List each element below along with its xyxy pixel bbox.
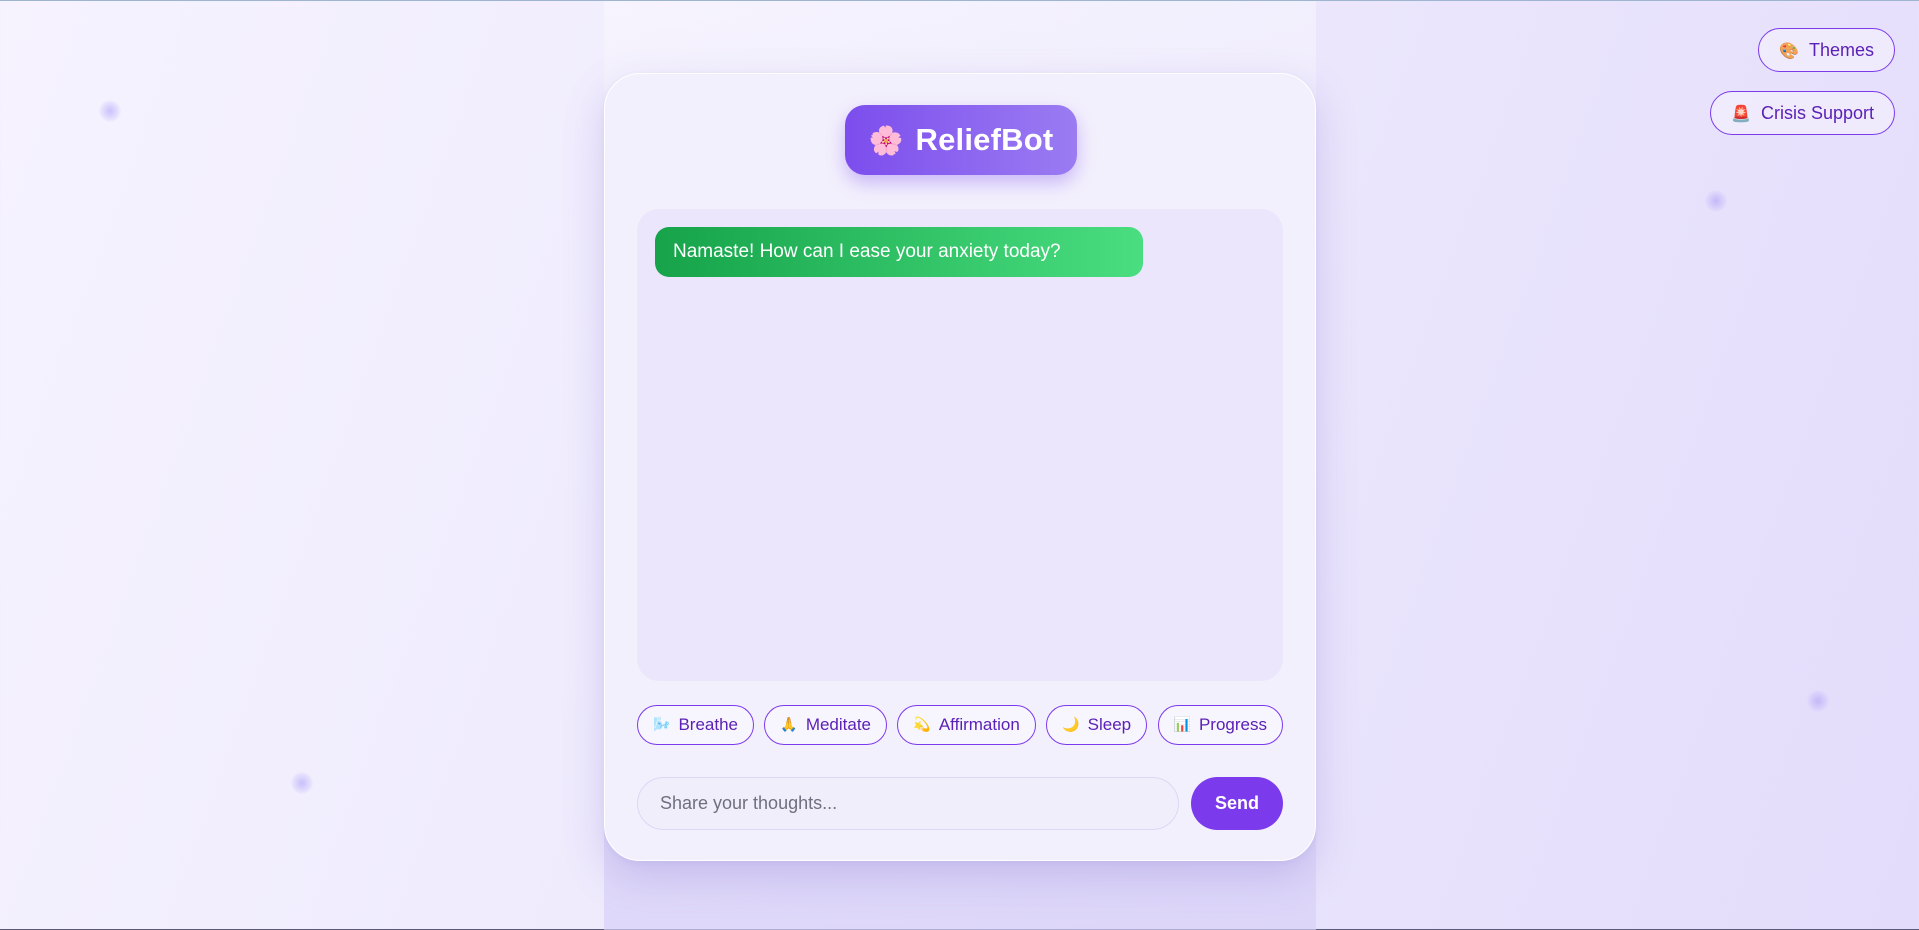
decorative-orb [291, 772, 313, 794]
chat-card: 🌸 ReliefBot Namaste! How can I ease your… [604, 73, 1316, 861]
bar-chart-icon: 📊 [1173, 717, 1191, 733]
crisis-support-button[interactable]: 🚨 Crisis Support [1710, 91, 1895, 135]
quick-actions-bar: 🌬️ Breathe 🙏 Meditate 💫 Affirmation 🌙 Sl… [637, 705, 1283, 745]
chat-window[interactable]: Namaste! How can I ease your anxiety tod… [637, 209, 1283, 681]
themes-button[interactable]: 🎨 Themes [1758, 28, 1895, 72]
crisis-support-button-label: Crisis Support [1760, 102, 1874, 123]
quick-action-label: Sleep [1087, 715, 1132, 734]
quick-action-label: Breathe [678, 715, 738, 734]
sparkle-icon: 💫 [913, 717, 931, 733]
quick-action-affirmation[interactable]: 💫 Affirmation [897, 705, 1036, 745]
quick-action-label: Affirmation [938, 715, 1020, 734]
message-input[interactable] [637, 777, 1179, 830]
app-title: ReliefBot [915, 122, 1054, 157]
app-logo: 🌸 ReliefBot [845, 105, 1077, 175]
siren-icon: 🚨 [1731, 103, 1751, 123]
quick-action-meditate[interactable]: 🙏 Meditate [764, 705, 888, 745]
quick-action-progress[interactable]: 📊 Progress [1157, 705, 1283, 745]
decorative-orb [99, 100, 121, 122]
decorative-orb [1705, 190, 1727, 212]
bot-message-bubble: Namaste! How can I ease your anxiety tod… [655, 227, 1143, 277]
bot-message-text: Namaste! How can I ease your anxiety tod… [673, 241, 1061, 262]
wind-icon: 🌬️ [653, 717, 671, 733]
quick-action-label: Progress [1198, 715, 1267, 734]
meditation-icon: 🙏 [780, 717, 798, 733]
themes-button-label: Themes [1808, 39, 1874, 60]
moon-icon: 🌙 [1062, 717, 1080, 733]
decorative-orb [1807, 690, 1829, 712]
quick-action-sleep[interactable]: 🌙 Sleep [1046, 705, 1148, 745]
send-button[interactable]: Send [1191, 777, 1283, 830]
quick-action-label: Meditate [805, 715, 872, 734]
quick-action-breathe[interactable]: 🌬️ Breathe [637, 705, 754, 745]
palette-icon: 🎨 [1779, 40, 1799, 60]
flower-icon: 🌸 [868, 123, 904, 157]
